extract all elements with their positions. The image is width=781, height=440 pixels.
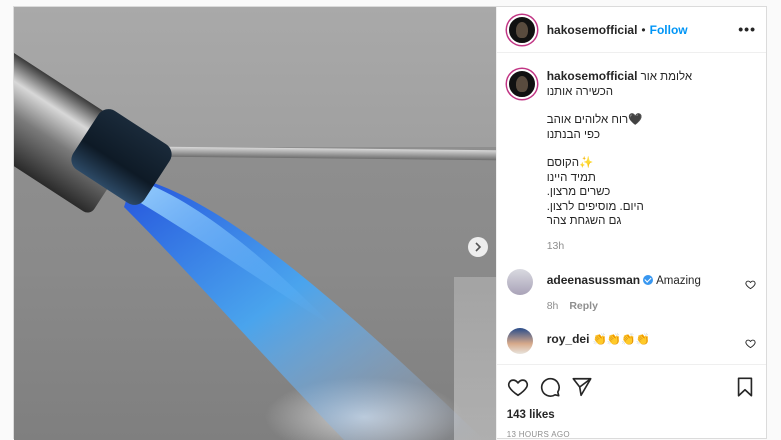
bookmark-icon[interactable] [734, 376, 756, 398]
caption-line: תמיד היינו [546, 171, 596, 184]
post-actions: 143 likes 13 HOURS AGO [496, 364, 766, 439]
paper-plane-icon[interactable] [571, 376, 593, 398]
caption-line: .כשרים מרצון [546, 186, 611, 198]
comment-item: adeenasussman Amazing 8h Reply [497, 269, 766, 314]
verified-badge-icon [643, 275, 654, 285]
comment-bubble-icon[interactable] [539, 376, 561, 398]
likes-count[interactable]: 143 likes [507, 409, 756, 421]
comments-section[interactable]: hakosemofficial אלומת אור הכשירה אותנו ר… [497, 54, 766, 363]
comment-username[interactable]: roy_dei [547, 332, 590, 346]
more-options-button[interactable]: ••• [738, 21, 756, 37]
caption-body: hakosemofficial אלומת אור הכשירה אותנו ר… [547, 69, 692, 253]
caption-line: רוח אלוהים אוהב🖤 [546, 114, 643, 126]
caption-gap [547, 99, 692, 113]
torch-flame [124, 177, 484, 440]
caption-line: אלומת אור [640, 71, 693, 83]
caption-line: .היום. מוסיפים לרצון [546, 200, 644, 213]
avatar[interactable] [506, 328, 533, 354]
comment-body: roy_dei 👏👏👏👏 [547, 328, 650, 354]
reply-button[interactable]: Reply [569, 300, 598, 312]
post-caption: hakosemofficial אלומת אור הכשירה אותנו ר… [497, 54, 766, 253]
comment-username[interactable]: adeenasussman [547, 273, 640, 287]
posted-time[interactable]: 13 HOURS AGO [507, 430, 756, 439]
action-row [507, 373, 756, 401]
follow-button[interactable]: Follow [650, 23, 688, 37]
caption-timestamp[interactable]: 13h [547, 239, 692, 254]
chevron-right-icon [475, 242, 482, 252]
caption-line: כפי הבנתנו [546, 128, 601, 141]
avatar[interactable] [506, 269, 533, 295]
instagram-post: hakosemofficial • Follow ••• hakosemoffi… [13, 6, 767, 440]
caption-username[interactable]: hakosemofficial [547, 69, 638, 83]
caption-line: גם השגחת צהר [546, 215, 622, 227]
next-media-button[interactable] [468, 237, 488, 257]
comment-text: Amazing [656, 275, 701, 287]
comment-item: roy_dei 👏👏👏👏 [497, 328, 766, 354]
avatar[interactable] [506, 69, 537, 99]
post-media-image[interactable] [14, 7, 496, 440]
comment-time[interactable]: 8h [547, 300, 559, 312]
post-side-panel: hakosemofficial • Follow ••• hakosemoffi… [495, 7, 766, 440]
caption-line: הקוסם✨ [546, 157, 594, 169]
comment-text: 👏👏👏👏 [592, 334, 650, 346]
caption-gap [547, 142, 692, 156]
separator-dot: • [641, 22, 646, 37]
comment-meta: 8h Reply [547, 299, 701, 314]
heart-outline-icon[interactable] [745, 279, 756, 290]
post-header: hakosemofficial • Follow ••• [496, 7, 766, 53]
comment-body: adeenasussman Amazing 8h Reply [547, 269, 701, 314]
header-username[interactable]: hakosemofficial [547, 23, 638, 37]
avatar[interactable] [506, 14, 537, 45]
heart-outline-icon[interactable] [745, 338, 756, 349]
caption-line: הכשירה אותנו [546, 85, 614, 98]
heart-outline-icon[interactable] [507, 376, 529, 398]
